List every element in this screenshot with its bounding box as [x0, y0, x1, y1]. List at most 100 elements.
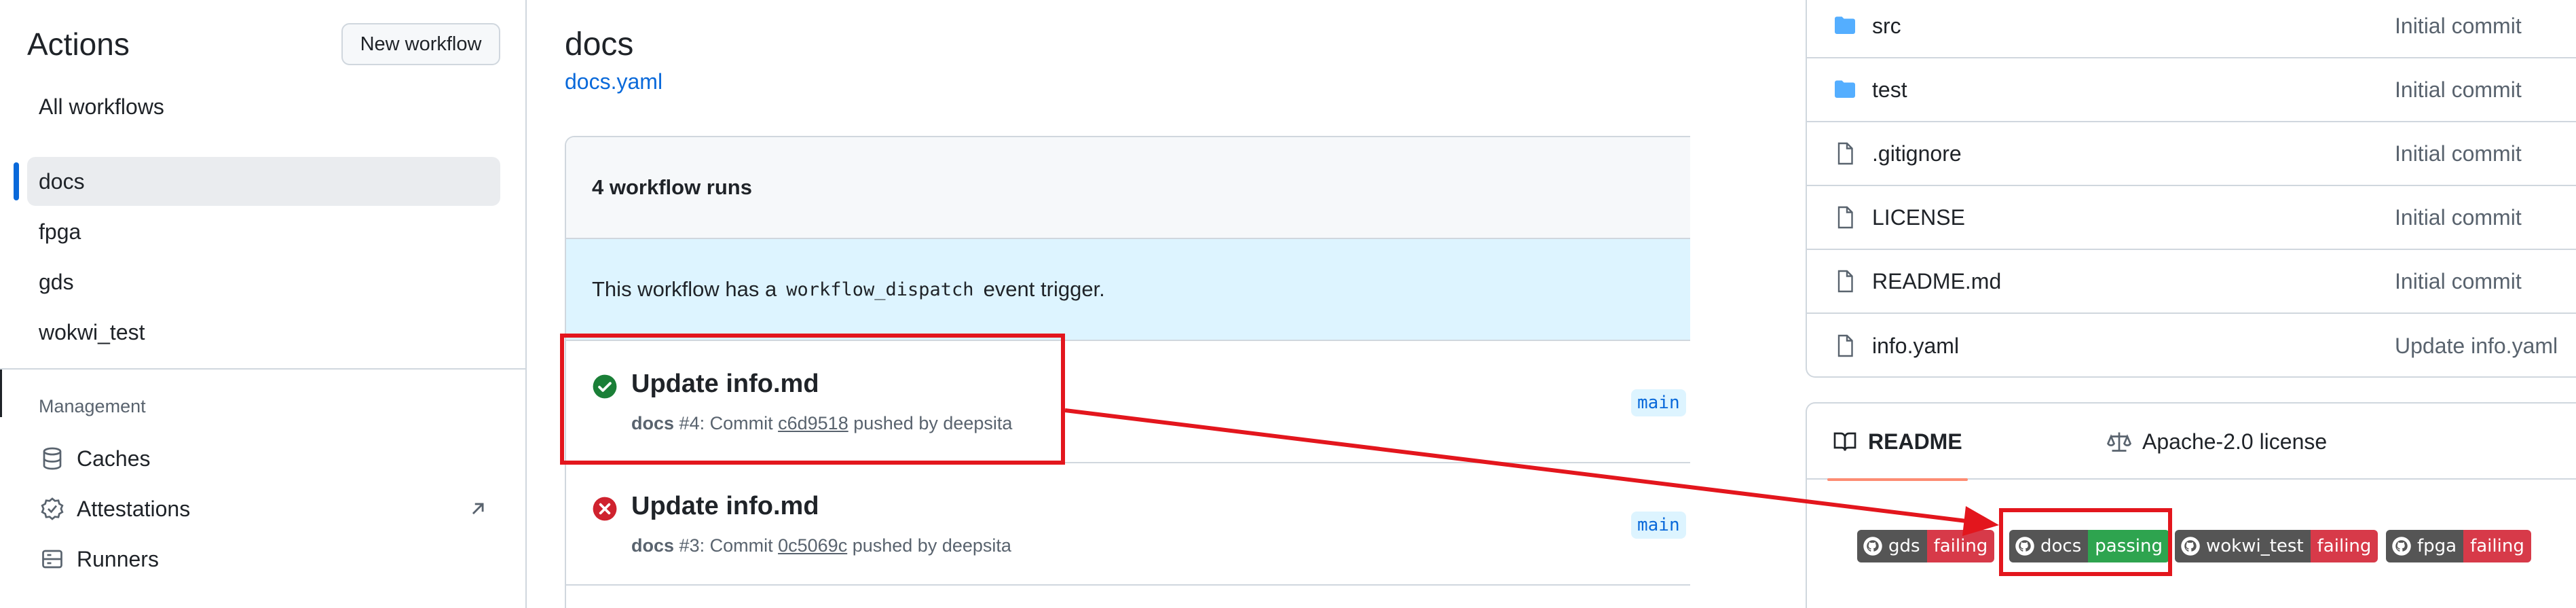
file-icon — [1833, 141, 1857, 166]
file-row[interactable]: LICENSE Initial commit — [1807, 186, 2576, 250]
commit-message[interactable]: Initial commit — [2395, 77, 2522, 103]
file-name[interactable]: src — [1872, 14, 1901, 39]
workflow-file-link[interactable]: docs.yaml — [565, 69, 662, 94]
file-name[interactable]: info.yaml — [1872, 334, 1959, 359]
run-commit-prefix: : Commit — [699, 535, 773, 556]
badge-status: passing — [2088, 530, 2169, 562]
badge-status: failing — [1926, 530, 1995, 562]
sidebar-title: Actions — [27, 26, 130, 62]
badge-label: gds — [1857, 530, 1927, 562]
tab-label: Apache-2.0 license — [2142, 429, 2328, 454]
commit-message[interactable]: Initial commit — [2395, 141, 2522, 166]
github-icon — [2181, 537, 2200, 556]
sidebar-item-fpga[interactable]: fpga — [27, 207, 500, 256]
run-meta: docs #4: Commit c6d9518 pushed by deepsi… — [631, 413, 1012, 434]
run-pushed-by: pushed by deepsita — [852, 535, 1011, 556]
law-icon — [2106, 429, 2132, 454]
sidebar-item-attestations[interactable]: Attestations — [27, 485, 500, 533]
verified-icon — [39, 495, 66, 522]
commit-message[interactable]: Update info.yaml — [2395, 334, 2558, 359]
run-meta: docs #3: Commit 0c5069c pushed by deepsi… — [631, 535, 1011, 556]
run-number: #4 — [679, 413, 700, 433]
file-name[interactable]: README.md — [1872, 269, 2001, 294]
sidebar-item-caches[interactable]: Caches — [27, 435, 500, 482]
database-icon — [39, 445, 66, 472]
run-title[interactable]: Update info.md — [631, 370, 819, 399]
run-commit-sha[interactable]: 0c5069c — [778, 535, 847, 556]
commit-message[interactable]: Initial commit — [2395, 14, 2522, 39]
folder-icon — [1833, 14, 1857, 38]
badge-fpga[interactable]: fpga failing — [2386, 530, 2531, 562]
badge-gds[interactable]: gds failing — [1857, 530, 1995, 562]
sidebar-item-wokwi-test[interactable]: wokwi_test — [27, 308, 500, 357]
sidebar-item-runners[interactable]: Runners — [27, 535, 500, 583]
file-row[interactable]: .gitignore Initial commit — [1807, 122, 2576, 186]
file-icon — [1833, 334, 1857, 358]
run-title[interactable]: Update info.md — [631, 492, 819, 521]
badge-status: failing — [2310, 530, 2378, 562]
run-workflow: docs — [631, 413, 675, 433]
tab-readme[interactable]: README — [1827, 404, 1968, 481]
workflow-title: docs — [565, 26, 634, 62]
file-row[interactable]: README.md Initial commit — [1807, 250, 2576, 314]
badge-label: docs — [2009, 530, 2089, 562]
sidebar-divider-mark — [0, 370, 2, 417]
readme-tabs: README Apache-2.0 license — [1807, 404, 2576, 481]
file-name[interactable]: LICENSE — [1872, 205, 1965, 230]
new-workflow-button[interactable]: New workflow — [341, 23, 500, 65]
badge-name: docs — [2040, 536, 2082, 556]
sidebar-divider — [0, 368, 525, 370]
sidebar-item-all-workflows[interactable]: All workflows — [27, 82, 500, 131]
file-list: src Initial commit test Initial commit .… — [1806, 0, 2576, 378]
sidebar-item-label: Attestations — [77, 496, 191, 521]
repository-panel: src Initial commit test Initial commit .… — [1690, 0, 2576, 608]
file-row[interactable]: info.yaml Update info.yaml — [1807, 314, 2576, 378]
badge-wokwi-test[interactable]: wokwi_test failing — [2175, 530, 2378, 562]
tab-label: README — [1868, 429, 1962, 454]
runs-count: 4 workflow runs — [566, 137, 1692, 239]
server-icon — [39, 546, 66, 573]
badge-label: wokwi_test — [2175, 530, 2311, 562]
file-name[interactable]: .gitignore — [1872, 141, 1962, 166]
branch-label[interactable]: main — [1631, 389, 1686, 416]
workflow-runs-list: 4 workflow runs This workflow has a work… — [565, 136, 1692, 608]
folder-icon — [1833, 77, 1857, 102]
sidebar-item-gds[interactable]: gds — [27, 257, 500, 306]
badge-name: fpga — [2417, 536, 2457, 556]
badge-name: gds — [1888, 536, 1920, 556]
dispatch-prefix: This workflow has a — [592, 277, 777, 301]
run-row[interactable]: Update info.md docs #4: Commit c6d9518 p… — [566, 341, 1692, 463]
file-row[interactable]: test Initial commit — [1807, 58, 2576, 122]
management-section-label: Management — [39, 396, 146, 416]
x-circle-icon — [592, 496, 618, 522]
run-number: #3 — [679, 535, 700, 556]
run-commit-prefix: : Commit — [699, 413, 773, 433]
file-icon — [1833, 269, 1857, 293]
badge-docs[interactable]: docs passing — [2009, 530, 2169, 562]
readme-panel: README Apache-2.0 license — [1806, 402, 2576, 608]
dispatch-notice: This workflow has a workflow_dispatch ev… — [566, 239, 1692, 341]
book-icon — [1833, 429, 1857, 454]
run-row[interactable]: Update info.md docs #3: Commit 0c5069c p… — [566, 463, 1692, 586]
run-workflow: docs — [631, 535, 675, 556]
dispatch-code: workflow_dispatch — [786, 279, 974, 300]
commit-message[interactable]: Initial commit — [2395, 269, 2522, 294]
workflow-runs-panel: docs docs.yaml 4 workflow runs This work… — [528, 0, 1692, 608]
arrow-up-right-icon — [466, 497, 489, 520]
run-commit-sha[interactable]: c6d9518 — [778, 413, 848, 433]
file-row[interactable]: src Initial commit — [1807, 0, 2576, 58]
commit-message[interactable]: Initial commit — [2395, 205, 2522, 230]
file-icon — [1833, 205, 1857, 230]
tab-license[interactable]: Apache-2.0 license — [2106, 404, 2328, 480]
badge-name: wokwi_test — [2206, 536, 2304, 556]
badge-status: failing — [2463, 530, 2531, 562]
sidebar-item-docs[interactable]: docs — [14, 157, 500, 206]
branch-label[interactable]: main — [1631, 512, 1686, 539]
run-pushed-by: pushed by deepsita — [853, 413, 1013, 433]
github-icon — [2015, 537, 2034, 556]
sidebar-item-label: Runners — [77, 546, 159, 571]
actions-sidebar: Actions New workflow All workflows docs … — [0, 0, 527, 608]
file-name[interactable]: test — [1872, 77, 1907, 103]
sidebar-item-label: Caches — [77, 446, 151, 471]
dispatch-suffix: event trigger. — [983, 277, 1105, 301]
